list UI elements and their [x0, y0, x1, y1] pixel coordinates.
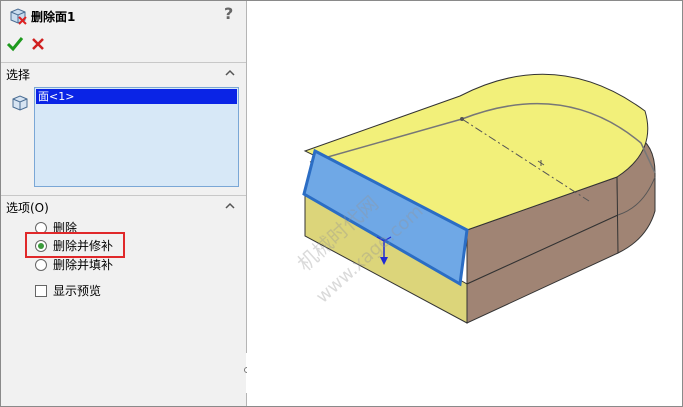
chevron-up-icon[interactable]: [224, 67, 236, 79]
graphics-area[interactable]: [247, 1, 682, 406]
options-section-header[interactable]: 选项(O): [1, 195, 246, 217]
model-view[interactable]: [247, 1, 682, 406]
property-manager: 删除面1 ? 选择 面<1> 选项(O) 删除 删除并修补 删除并填补 显示预览: [1, 1, 246, 406]
delete-face-icon: [10, 8, 27, 25]
face-icon: [12, 95, 28, 111]
selection-header: 选择: [6, 68, 31, 82]
list-item[interactable]: 面<1>: [36, 89, 237, 104]
radio-label: 删除并填补: [53, 258, 114, 272]
checkbox[interactable]: [35, 285, 47, 297]
radio-button[interactable]: [35, 259, 47, 271]
help-icon[interactable]: ?: [224, 4, 233, 23]
pm-title: 删除面1: [31, 10, 76, 24]
face-selection-list[interactable]: 面<1>: [34, 87, 239, 187]
selection-section-header[interactable]: 选择: [1, 62, 246, 84]
checkmark-icon[interactable]: [6, 35, 24, 53]
pm-title-bar: 删除面1 ?: [1, 1, 246, 29]
x-icon[interactable]: [30, 36, 46, 52]
checkbox-label: 显示预览: [53, 284, 102, 298]
highlight-box: [25, 232, 125, 258]
chevron-up-icon[interactable]: [224, 200, 236, 212]
options-header: 选项(O): [6, 201, 49, 215]
